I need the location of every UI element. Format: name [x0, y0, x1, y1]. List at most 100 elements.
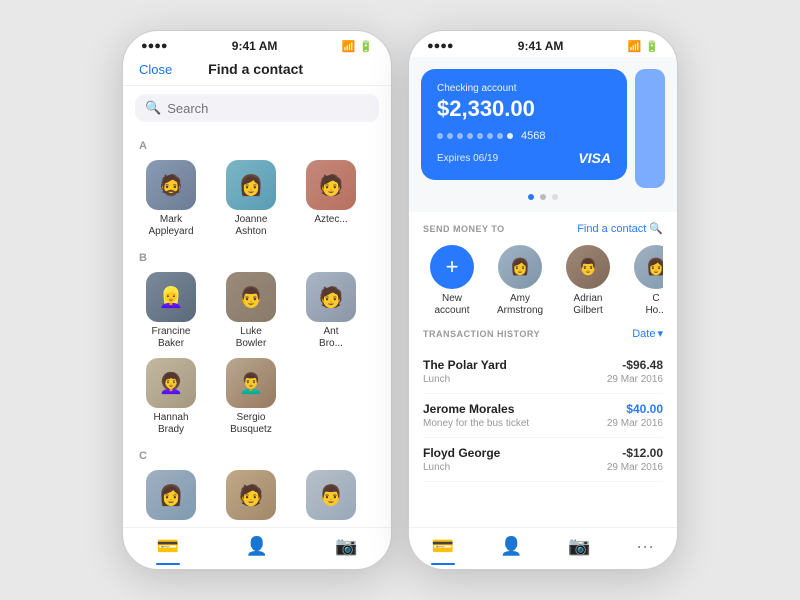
section-b-label: B — [123, 246, 391, 268]
recipient-avatar-amy: 👩 — [498, 245, 542, 289]
section-c-label: C — [123, 444, 391, 466]
dot4 — [467, 133, 473, 139]
contact-luke[interactable]: 👨 LukeBowler — [215, 272, 287, 350]
contact-name-mark: MarkAppleyard — [148, 214, 193, 238]
transaction-amount-3: -$12.00 — [622, 446, 663, 460]
nav-profile-left[interactable]: 👤 — [246, 536, 268, 557]
transaction-jerome[interactable]: Jerome Morales $40.00 Money for the bus … — [423, 394, 663, 438]
date-filter[interactable]: Date ▾ — [632, 327, 663, 340]
transaction-cat-1: Lunch — [423, 374, 450, 385]
search-input[interactable] — [167, 101, 369, 116]
left-phone: ●●●● 9:41 AM 📶 🔋 Close Find a contact 🔍 … — [122, 30, 392, 570]
card-last-digits: 4568 — [521, 130, 545, 142]
dot5 — [477, 133, 483, 139]
carousel-indicators — [421, 194, 665, 200]
contact-c2[interactable]: 🧑 — [215, 470, 287, 524]
indicator-3[interactable] — [552, 194, 558, 200]
card-nav-icon: 💳 — [156, 536, 178, 557]
dot2 — [447, 133, 453, 139]
card-nav-icon-right: 💳 — [432, 536, 454, 557]
right-phone-content: Checking account $2,330.00 4568 — [409, 57, 677, 527]
nav-camera-right[interactable]: 📷 — [568, 536, 590, 557]
contact-avatar-c3: 👨 — [306, 470, 356, 520]
new-account-btn[interactable]: + — [430, 245, 474, 289]
search-bar[interactable]: 🔍 — [135, 94, 379, 122]
find-contact-link[interactable]: Find a contact 🔍 — [577, 222, 663, 235]
recipient-new[interactable]: + Newaccount — [423, 245, 481, 317]
contact-avatar-aztec: 🧑 — [306, 160, 356, 210]
status-icons-right: 📶 🔋 — [628, 40, 659, 53]
time-right: 9:41 AM — [518, 39, 564, 53]
bottom-nav-right: 💳 👤 📷 ··· — [409, 527, 677, 569]
indicator-2[interactable] — [540, 194, 546, 200]
dot3 — [457, 133, 463, 139]
contacts-scroll: A 🧔 MarkAppleyard 👩 JoanneAshton 🧑 — [123, 130, 391, 527]
nav-profile-right[interactable]: 👤 — [500, 536, 522, 557]
camera-nav-icon: 📷 — [335, 536, 357, 557]
contact-avatar-francine: 👱‍♀️ — [146, 272, 196, 322]
transaction-amount-2: $40.00 — [626, 402, 663, 416]
contact-francine[interactable]: 👱‍♀️ FrancineBaker — [135, 272, 207, 350]
contact-avatar-c1: 👩 — [146, 470, 196, 520]
section-a-grid: 🧔 MarkAppleyard 👩 JoanneAshton 🧑 Aztec..… — [123, 156, 391, 246]
card-carousel: Checking account $2,330.00 4568 — [409, 57, 677, 212]
contact-hannah[interactable]: 👩‍🦱 HannahBrady — [135, 358, 207, 436]
nav-card-right[interactable]: 💳 — [432, 536, 454, 557]
status-icons: 📶 🔋 — [342, 40, 373, 53]
recipients-row: + Newaccount 👩 AmyArmstrong 👨 — [423, 245, 663, 317]
chevron-down-icon: ▾ — [657, 327, 663, 340]
recipient-avatar-adrian: 👨 — [566, 245, 610, 289]
contact-mark[interactable]: 🧔 MarkAppleyard — [135, 160, 207, 238]
contact-name-francine: FrancineBaker — [152, 326, 191, 350]
contact-avatar-c2: 🧑 — [226, 470, 276, 520]
contact-joanne[interactable]: 👩 JoanneAshton — [215, 160, 287, 238]
recipient-name-new: Newaccount — [434, 293, 469, 317]
card-label: Checking account — [437, 83, 611, 94]
contact-avatar-mark: 🧔 — [146, 160, 196, 210]
contact-name-sergio: SergioBusquetz — [230, 412, 272, 436]
recipient-c[interactable]: 👩 CHo... — [627, 245, 663, 317]
contact-sergio[interactable]: 👨‍🦱 SergioBusquetz — [215, 358, 287, 436]
indicator-1[interactable] — [528, 194, 534, 200]
contact-name-joanne: JoanneAshton — [235, 214, 268, 238]
nav-card-left[interactable]: 💳 — [156, 536, 178, 557]
contact-name-luke: LukeBowler — [236, 326, 267, 350]
card-peek — [635, 69, 665, 188]
recipient-amy[interactable]: 👩 AmyArmstrong — [491, 245, 549, 317]
transaction-date-1: 29 Mar 2016 — [607, 374, 663, 385]
transactions-label: TRANSACTION HISTORY — [423, 329, 540, 339]
transaction-floyd-row: Floyd George -$12.00 — [423, 446, 663, 460]
recipient-name-c: CHo... — [645, 293, 663, 317]
contact-c1[interactable]: 👩 — [135, 470, 207, 524]
section-b-grid: 👱‍♀️ FrancineBaker 👨 LukeBowler 🧑 AntBro… — [123, 268, 391, 444]
wifi-icon: 📶 — [342, 40, 356, 53]
signal-dots-right: ●●●● — [427, 40, 454, 52]
contact-avatar-luke: 👨 — [226, 272, 276, 322]
recipient-adrian[interactable]: 👨 AdrianGilbert — [559, 245, 617, 317]
nav-more-right[interactable]: ··· — [636, 536, 654, 557]
find-contact-text: Find a contact — [577, 223, 646, 235]
bank-card-main[interactable]: Checking account $2,330.00 4568 — [421, 69, 627, 180]
transaction-polar-row: The Polar Yard -$96.48 — [423, 358, 663, 372]
card-amount: $2,330.00 — [437, 96, 611, 122]
contact-c3[interactable]: 👨 — [295, 470, 367, 524]
transaction-date-3: 29 Mar 2016 — [607, 462, 663, 473]
contact-ant[interactable]: 🧑 AntBro... — [295, 272, 367, 350]
top-bar: Close Find a contact — [123, 57, 391, 86]
nav-camera-left[interactable]: 📷 — [335, 536, 357, 557]
contact-avatar-joanne: 👩 — [226, 160, 276, 210]
close-button[interactable]: Close — [139, 62, 172, 77]
contact-aztec[interactable]: 🧑 Aztec... — [295, 160, 367, 238]
profile-nav-icon: 👤 — [246, 536, 268, 557]
dot7 — [497, 133, 503, 139]
recipient-name-amy: AmyArmstrong — [497, 293, 543, 317]
transaction-sub-1: Lunch 29 Mar 2016 — [423, 374, 663, 385]
contact-avatar-ant: 🧑 — [306, 272, 356, 322]
transaction-floyd[interactable]: Floyd George -$12.00 Lunch 29 Mar 2016 — [423, 438, 663, 482]
transaction-polar-yard[interactable]: The Polar Yard -$96.48 Lunch 29 Mar 2016 — [423, 350, 663, 394]
dot1 — [437, 133, 443, 139]
transaction-name-3: Floyd George — [423, 446, 500, 460]
amy-face: 👩 — [510, 257, 530, 277]
contact-name-aztec: Aztec... — [314, 214, 347, 226]
status-bar-right: ●●●● 9:41 AM 📶 🔋 — [409, 31, 677, 57]
